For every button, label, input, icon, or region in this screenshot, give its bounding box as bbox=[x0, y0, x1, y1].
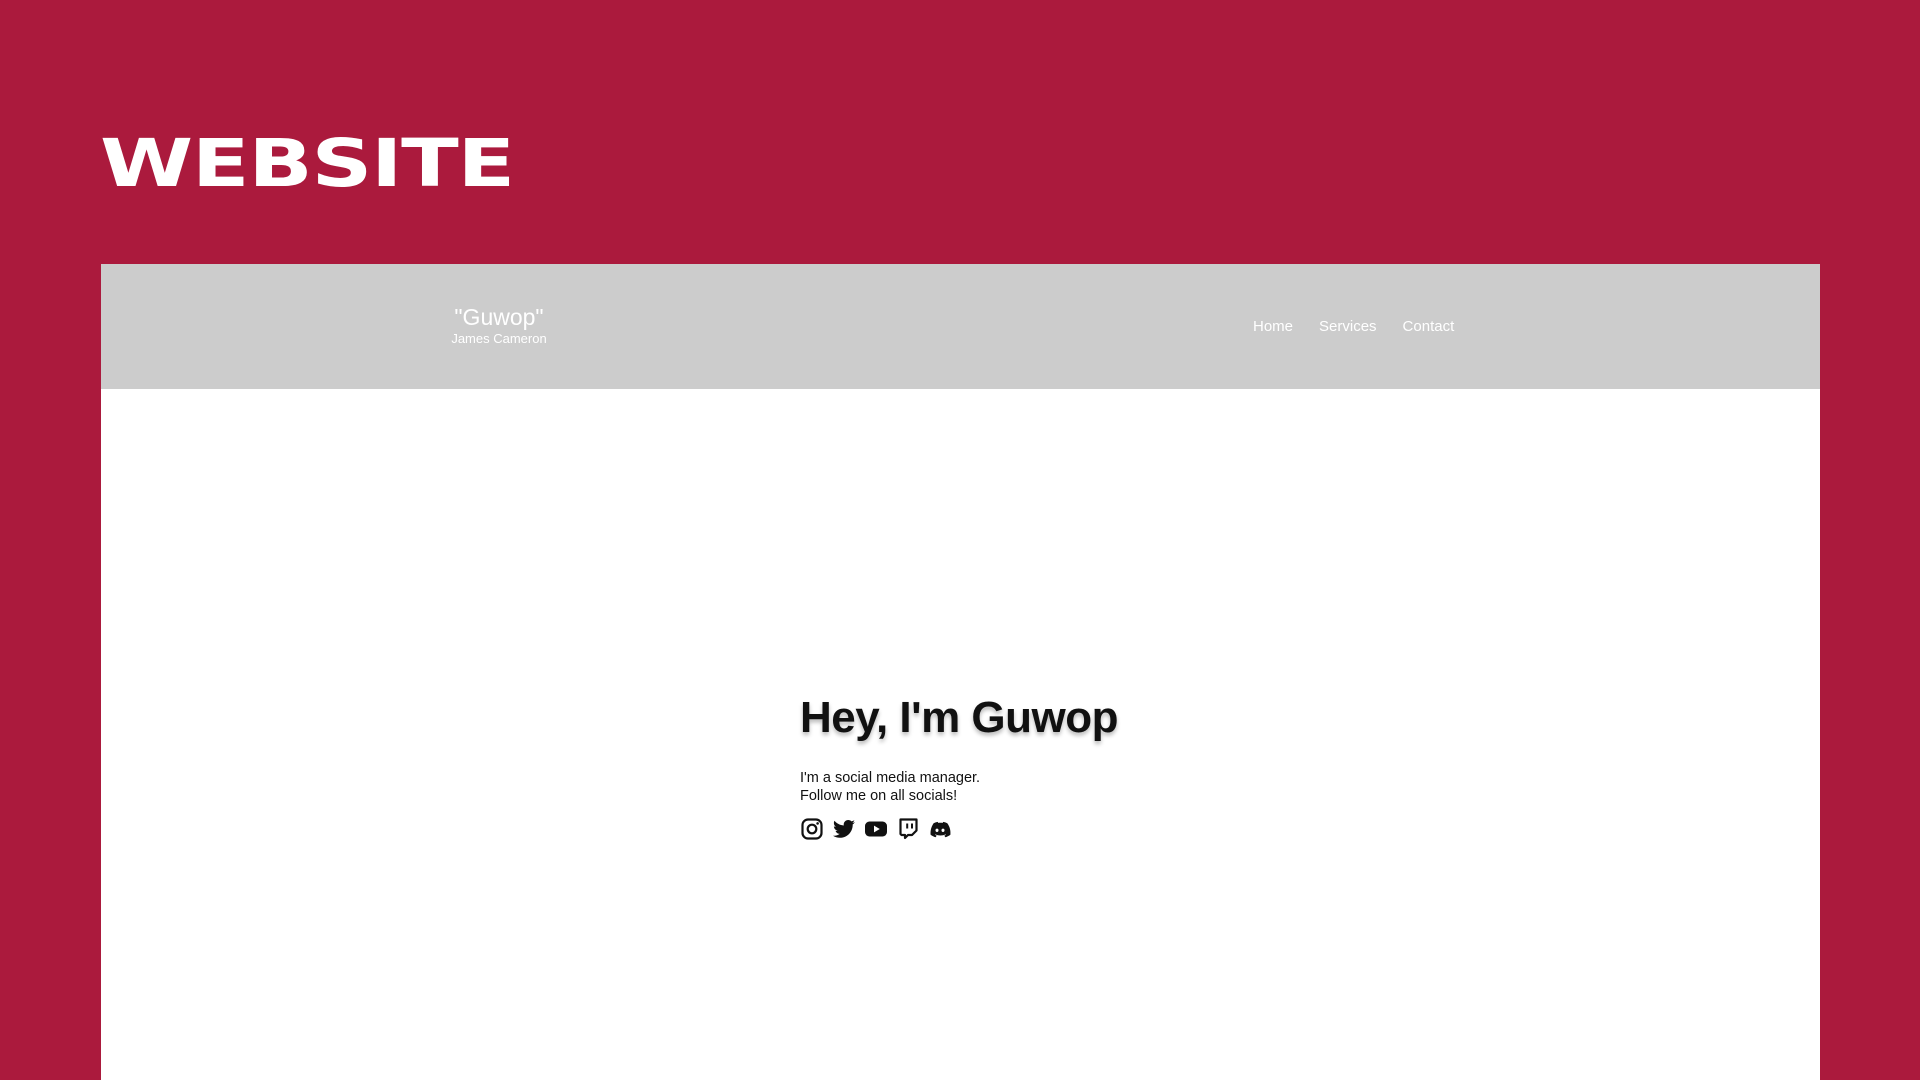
hero-line-1: I'm a social media manager. bbox=[800, 770, 981, 786]
website-preview: "Guwop" James Cameron Home Services Cont… bbox=[101, 264, 1820, 1080]
youtube-icon[interactable] bbox=[864, 817, 888, 841]
discord-icon[interactable] bbox=[928, 817, 952, 841]
site-brand[interactable]: "Guwop" James Cameron bbox=[446, 304, 552, 347]
instagram-icon[interactable] bbox=[800, 817, 824, 841]
site-header: "Guwop" James Cameron Home Services Cont… bbox=[101, 264, 1820, 389]
hero-section: Hey, I'm Guwop I'm a social media manage… bbox=[800, 692, 1119, 841]
page-heading: WEBSITE bbox=[100, 125, 515, 202]
brand-subtitle: James Cameron bbox=[451, 331, 547, 346]
hero-line-2: Follow me on all socials! bbox=[800, 788, 958, 804]
social-links bbox=[800, 817, 1118, 841]
hero-description: I'm a social media manager. Follow me on… bbox=[800, 769, 1118, 805]
hero-title: Hey, I'm Guwop bbox=[800, 693, 1119, 742]
nav-link-services[interactable]: Services bbox=[1319, 318, 1377, 336]
nav-link-contact[interactable]: Contact bbox=[1403, 318, 1455, 336]
twitter-icon[interactable] bbox=[832, 817, 856, 841]
nav-link-home[interactable]: Home bbox=[1253, 318, 1293, 336]
twitch-icon[interactable] bbox=[896, 817, 920, 841]
brand-name: "Guwop" bbox=[454, 304, 544, 330]
site-nav: Home Services Contact bbox=[1253, 318, 1454, 336]
